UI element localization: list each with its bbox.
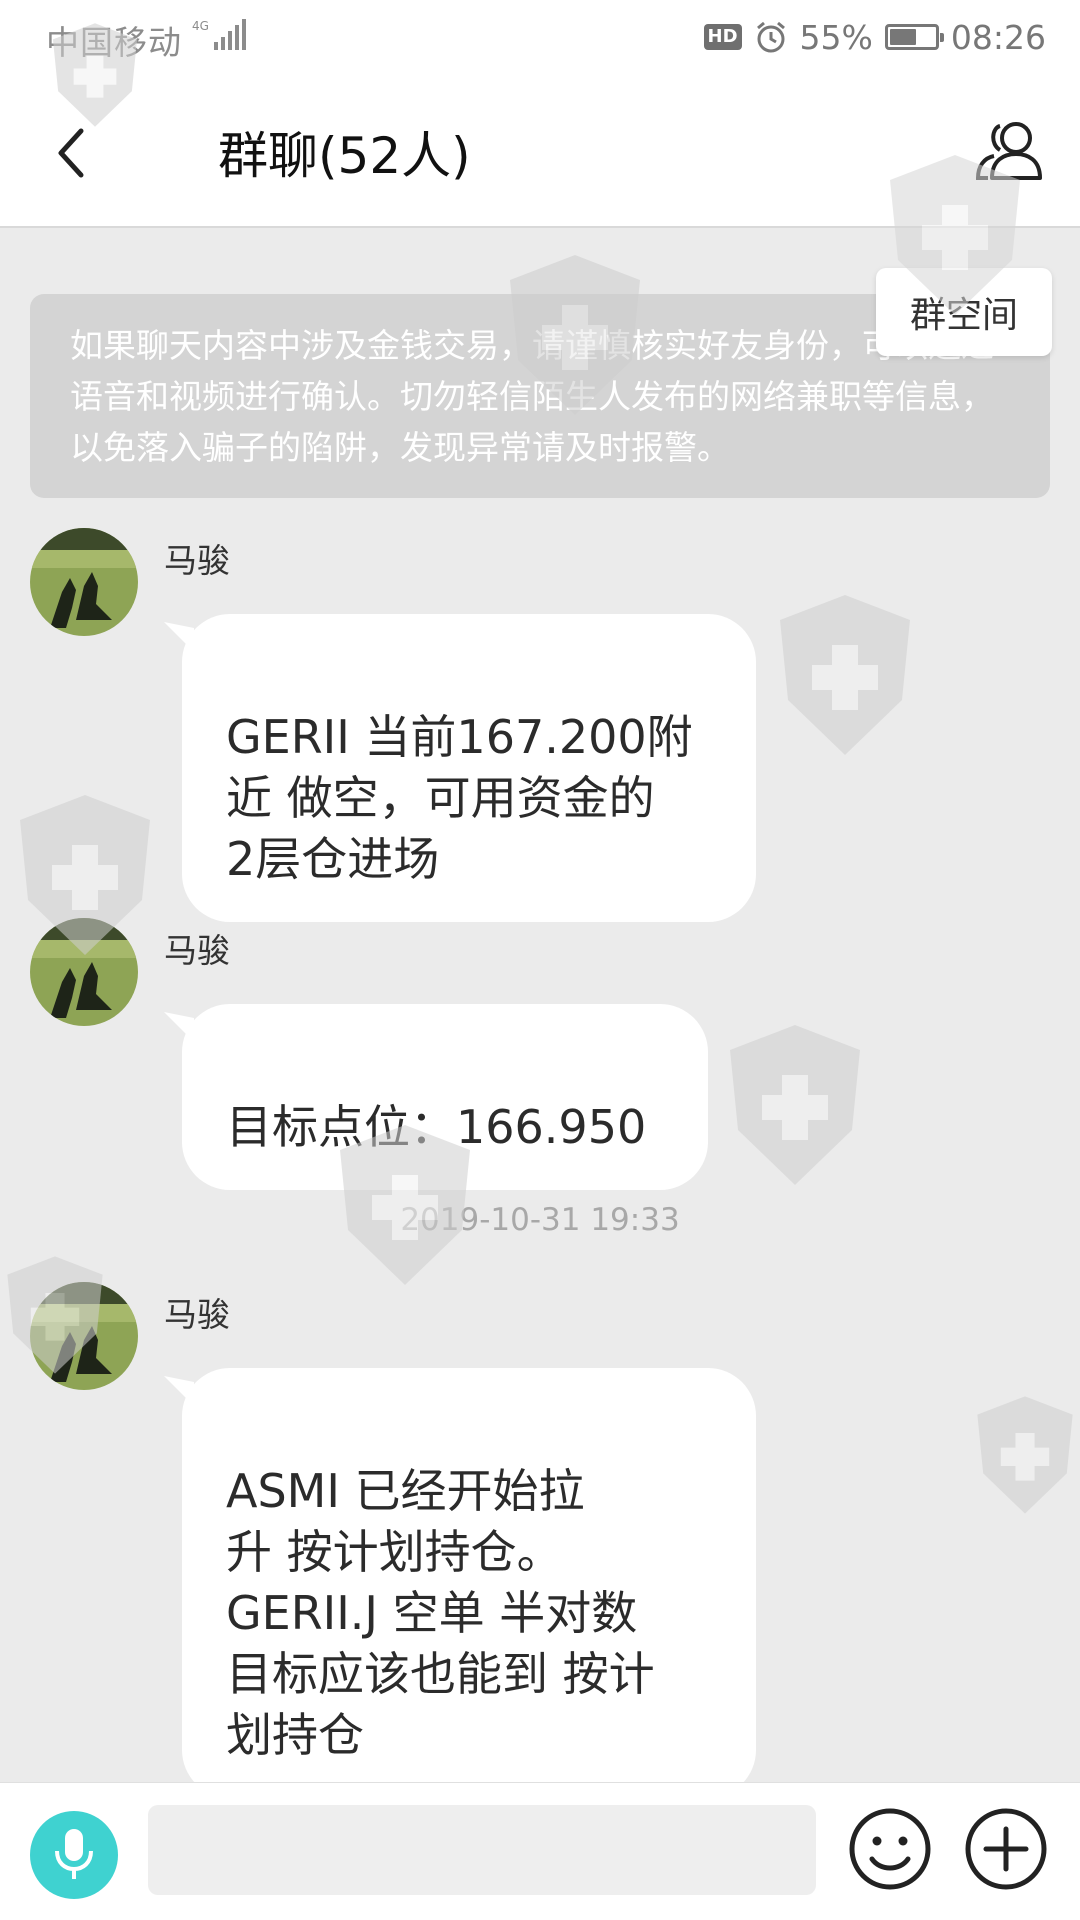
avatar[interactable]	[30, 528, 138, 636]
sender-name: 马骏	[164, 541, 230, 580]
input-bar	[0, 1782, 1080, 1920]
battery-percent: 55%	[799, 17, 873, 57]
battery-icon	[884, 24, 944, 50]
hd-badge: HD	[703, 24, 742, 50]
avatar-image	[30, 528, 138, 636]
clock: 08:26	[950, 17, 1046, 57]
shield-watermark-icon	[52, 23, 138, 127]
message-bubble[interactable]: ASMI 已经开始拉 升 按计划持仓。 GERII.J 空单 半对数 目标应该也…	[182, 1368, 756, 1798]
message-text: ASMI 已经开始拉 升 按计划持仓。 GERII.J 空单 半对数 目标应该也…	[226, 1464, 655, 1762]
timestamp: 2019-10-31 19:33	[400, 1202, 680, 1238]
network-type-label: 4G	[192, 19, 209, 33]
emoji-button[interactable]	[846, 1805, 934, 1893]
page-title: 群聊(52人)	[218, 127, 471, 185]
shield-watermark-icon	[7, 1256, 103, 1374]
message-text: GERII 当前167.200附 近 做空，可用资金的 2层仓进场	[226, 710, 693, 886]
signal-icon: 4G	[192, 19, 246, 50]
more-button[interactable]	[962, 1805, 1050, 1893]
smiley-icon	[849, 1808, 931, 1890]
message-bubble[interactable]: GERII 当前167.200附 近 做空，可用资金的 2层仓进场	[182, 614, 756, 922]
shield-watermark-icon	[510, 255, 640, 415]
shield-watermark-icon	[340, 1125, 470, 1285]
alarm-icon	[756, 21, 785, 53]
message-input[interactable]	[148, 1805, 816, 1895]
shield-watermark-icon	[977, 1396, 1073, 1514]
shield-watermark-icon	[890, 155, 1020, 315]
plus-icon	[965, 1808, 1047, 1890]
chevron-left-icon	[58, 128, 84, 178]
shield-watermark-icon	[20, 795, 150, 955]
microphone-icon	[55, 1829, 93, 1879]
voice-button[interactable]	[30, 1811, 118, 1899]
shield-watermark-icon	[780, 595, 910, 755]
sender-name: 马骏	[164, 931, 230, 970]
sender-name: 马骏	[164, 1295, 230, 1334]
shield-watermark-icon	[730, 1025, 860, 1185]
battery-fill	[889, 29, 916, 45]
